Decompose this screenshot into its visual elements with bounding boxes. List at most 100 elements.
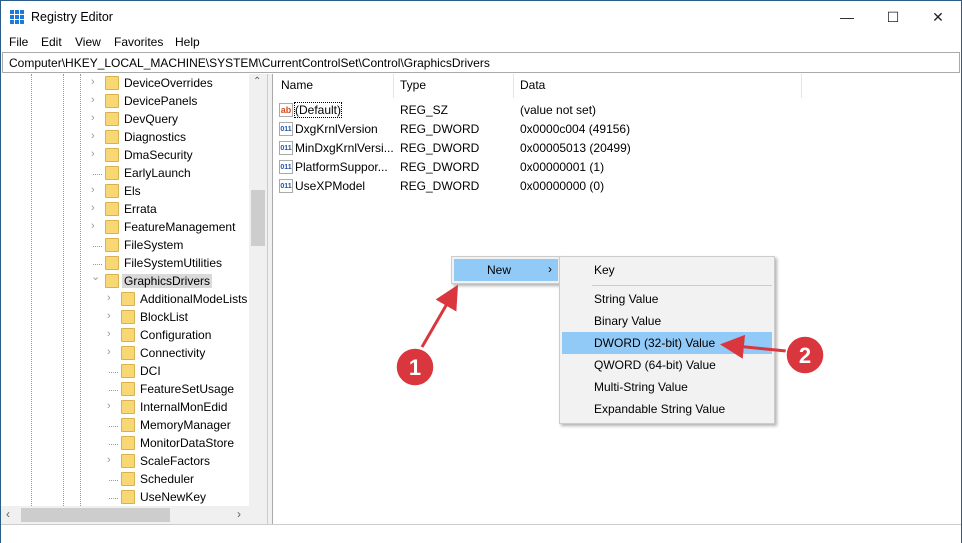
menu-bar: File Edit View Favorites Help xyxy=(1,33,961,51)
tree-item[interactable]: › Errata xyxy=(91,200,267,218)
value-row[interactable]: 011 DxgKrnlVersion REG_DWORD 0x0000c004 (49… xyxy=(279,119,879,138)
tree-item[interactable]: FileSystem xyxy=(91,236,267,254)
tree-item[interactable]: Scheduler xyxy=(107,470,267,488)
submenu-item-multi-string-value[interactable]: Multi-String Value xyxy=(562,376,772,398)
folder-icon xyxy=(105,94,119,108)
value-name: MinDxgKrnlVersi... xyxy=(295,141,394,155)
folder-icon xyxy=(121,364,135,378)
menu-item-new[interactable]: New › xyxy=(454,259,558,281)
chevron-right-icon[interactable]: › xyxy=(107,400,117,412)
tree-item[interactable]: › DevQuery xyxy=(91,110,267,128)
column-header-data[interactable]: Data xyxy=(520,78,545,92)
minimize-button[interactable]: — xyxy=(824,1,870,33)
tree-item-label: DmaSecurity xyxy=(124,148,193,162)
tree-item[interactable]: UseNewKey xyxy=(107,488,267,506)
tree-item[interactable]: › DeviceOverrides xyxy=(91,74,267,92)
value-data: (value not set) xyxy=(520,103,597,117)
value-type: REG_DWORD xyxy=(400,141,480,155)
chevron-right-icon[interactable]: › xyxy=(91,130,101,142)
chevron-right-icon[interactable]: › xyxy=(107,346,117,358)
tree-item[interactable]: › Diagnostics xyxy=(91,128,267,146)
column-header-type[interactable]: Type xyxy=(400,78,426,92)
tree-item-label: GraphicsDrivers xyxy=(122,274,213,288)
submenu-item-binary-value[interactable]: Binary Value xyxy=(562,310,772,332)
tree-item-label: DeviceOverrides xyxy=(124,76,213,90)
scroll-up-icon[interactable]: ⌃ xyxy=(253,76,261,87)
tree-item[interactable]: DCI xyxy=(107,362,267,380)
binary-value-icon: 011 xyxy=(279,122,293,136)
chevron-down-icon[interactable]: ⌄ xyxy=(91,270,101,283)
new-submenu: Key String Value Binary Value DWORD (32-bit… xyxy=(559,256,775,424)
scroll-right-icon[interactable]: › xyxy=(237,507,241,521)
tree-item[interactable]: ⌄ GraphicsDrivers xyxy=(91,270,267,290)
maximize-button[interactable]: ☐ xyxy=(870,1,916,33)
folder-icon xyxy=(121,418,135,432)
folder-icon xyxy=(121,490,135,504)
chevron-right-icon[interactable]: › xyxy=(91,76,101,88)
chevron-right-icon[interactable]: › xyxy=(107,292,117,304)
tree-item[interactable]: › BlockList xyxy=(107,308,267,326)
menu-edit[interactable]: Edit xyxy=(41,35,62,49)
value-row[interactable]: 011 PlatformSuppor... REG_DWORD 0x00000001 … xyxy=(279,157,879,176)
menu-favorites[interactable]: Favorites xyxy=(114,35,163,49)
value-row[interactable]: 011 MinDxgKrnlVersi... REG_DWORD 0x00005013… xyxy=(279,138,879,157)
chevron-right-icon[interactable]: › xyxy=(91,112,101,124)
tree-item[interactable]: › AdditionalModeLists xyxy=(107,290,267,308)
folder-icon xyxy=(105,184,119,198)
close-button[interactable]: ✕ xyxy=(915,1,961,33)
tree-item[interactable]: › DevicePanels xyxy=(91,92,267,110)
value-type: REG_DWORD xyxy=(400,122,480,136)
tree-item[interactable]: MonitorDataStore xyxy=(107,434,267,452)
tree-item[interactable]: › FeatureManagement xyxy=(91,218,267,236)
scroll-left-icon[interactable]: ‹ xyxy=(6,507,10,521)
tree-item[interactable]: › Connectivity xyxy=(107,344,267,362)
submenu-item-dword-32-bit-value[interactable]: DWORD (32-bit) Value xyxy=(562,332,772,354)
chevron-right-icon[interactable]: › xyxy=(107,310,117,322)
tree-item[interactable]: › InternalMonEdid xyxy=(107,398,267,416)
value-row[interactable]: 011 UseXPModel REG_DWORD 0x00000000 (0) xyxy=(279,176,879,195)
tree-connector xyxy=(93,238,102,247)
menu-file[interactable]: File xyxy=(9,35,28,49)
registry-editor-icon xyxy=(10,10,24,24)
tree-connector xyxy=(109,418,118,427)
tree-item-label: DevQuery xyxy=(124,112,179,126)
chevron-right-icon[interactable]: › xyxy=(107,328,117,340)
value-row[interactable]: ab (Default) REG_SZ (value not set) xyxy=(279,100,879,119)
tree-item[interactable]: › Els xyxy=(91,182,267,200)
tree-item[interactable]: › ScaleFactors xyxy=(107,452,267,470)
tree-item-label: Els xyxy=(124,184,141,198)
folder-icon xyxy=(105,238,119,252)
menu-view[interactable]: View xyxy=(75,35,101,49)
submenu-item-key[interactable]: Key xyxy=(562,259,772,281)
address-bar[interactable]: Computer\HKEY_LOCAL_MACHINE\SYSTEM\Curre… xyxy=(2,52,960,73)
chevron-right-icon[interactable]: › xyxy=(91,184,101,196)
submenu-item-expandable-string-value[interactable]: Expandable String Value xyxy=(562,398,772,420)
tree-item[interactable]: EarlyLaunch xyxy=(91,164,267,182)
chevron-right-icon[interactable]: › xyxy=(91,202,101,214)
tree-hscroll-thumb[interactable] xyxy=(21,508,170,522)
submenu-item-qword-64-bit-value[interactable]: QWORD (64-bit) Value xyxy=(562,354,772,376)
chevron-right-icon[interactable]: › xyxy=(107,454,117,466)
chevron-right-icon[interactable]: › xyxy=(91,148,101,160)
tree-scroll-thumb[interactable] xyxy=(251,190,265,246)
folder-icon xyxy=(121,472,135,486)
value-type: REG_DWORD xyxy=(400,160,480,174)
value-type: REG_DWORD xyxy=(400,179,480,193)
column-header-name[interactable]: Name xyxy=(281,78,313,92)
tree-item[interactable]: MemoryManager xyxy=(107,416,267,434)
tree-item[interactable]: FeatureSetUsage xyxy=(107,380,267,398)
tree-vertical-scrollbar[interactable]: ⌃ ⌄ xyxy=(249,74,267,517)
folder-icon xyxy=(121,400,135,414)
window-title: Registry Editor xyxy=(31,10,113,24)
chevron-right-icon[interactable]: › xyxy=(91,220,101,232)
tree-item-label: DevicePanels xyxy=(124,94,198,108)
tree-horizontal-scrollbar[interactable]: ‹ › xyxy=(1,506,267,524)
tree-item[interactable]: › Configuration xyxy=(107,326,267,344)
chevron-right-icon[interactable]: › xyxy=(91,94,101,106)
tree-item[interactable]: › DmaSecurity xyxy=(91,146,267,164)
context-menu: New › xyxy=(451,256,561,284)
tree-item[interactable]: FileSystemUtilities xyxy=(91,254,267,272)
submenu-item-string-value[interactable]: String Value xyxy=(562,288,772,310)
menu-help[interactable]: Help xyxy=(175,35,200,49)
folder-icon xyxy=(121,292,135,306)
